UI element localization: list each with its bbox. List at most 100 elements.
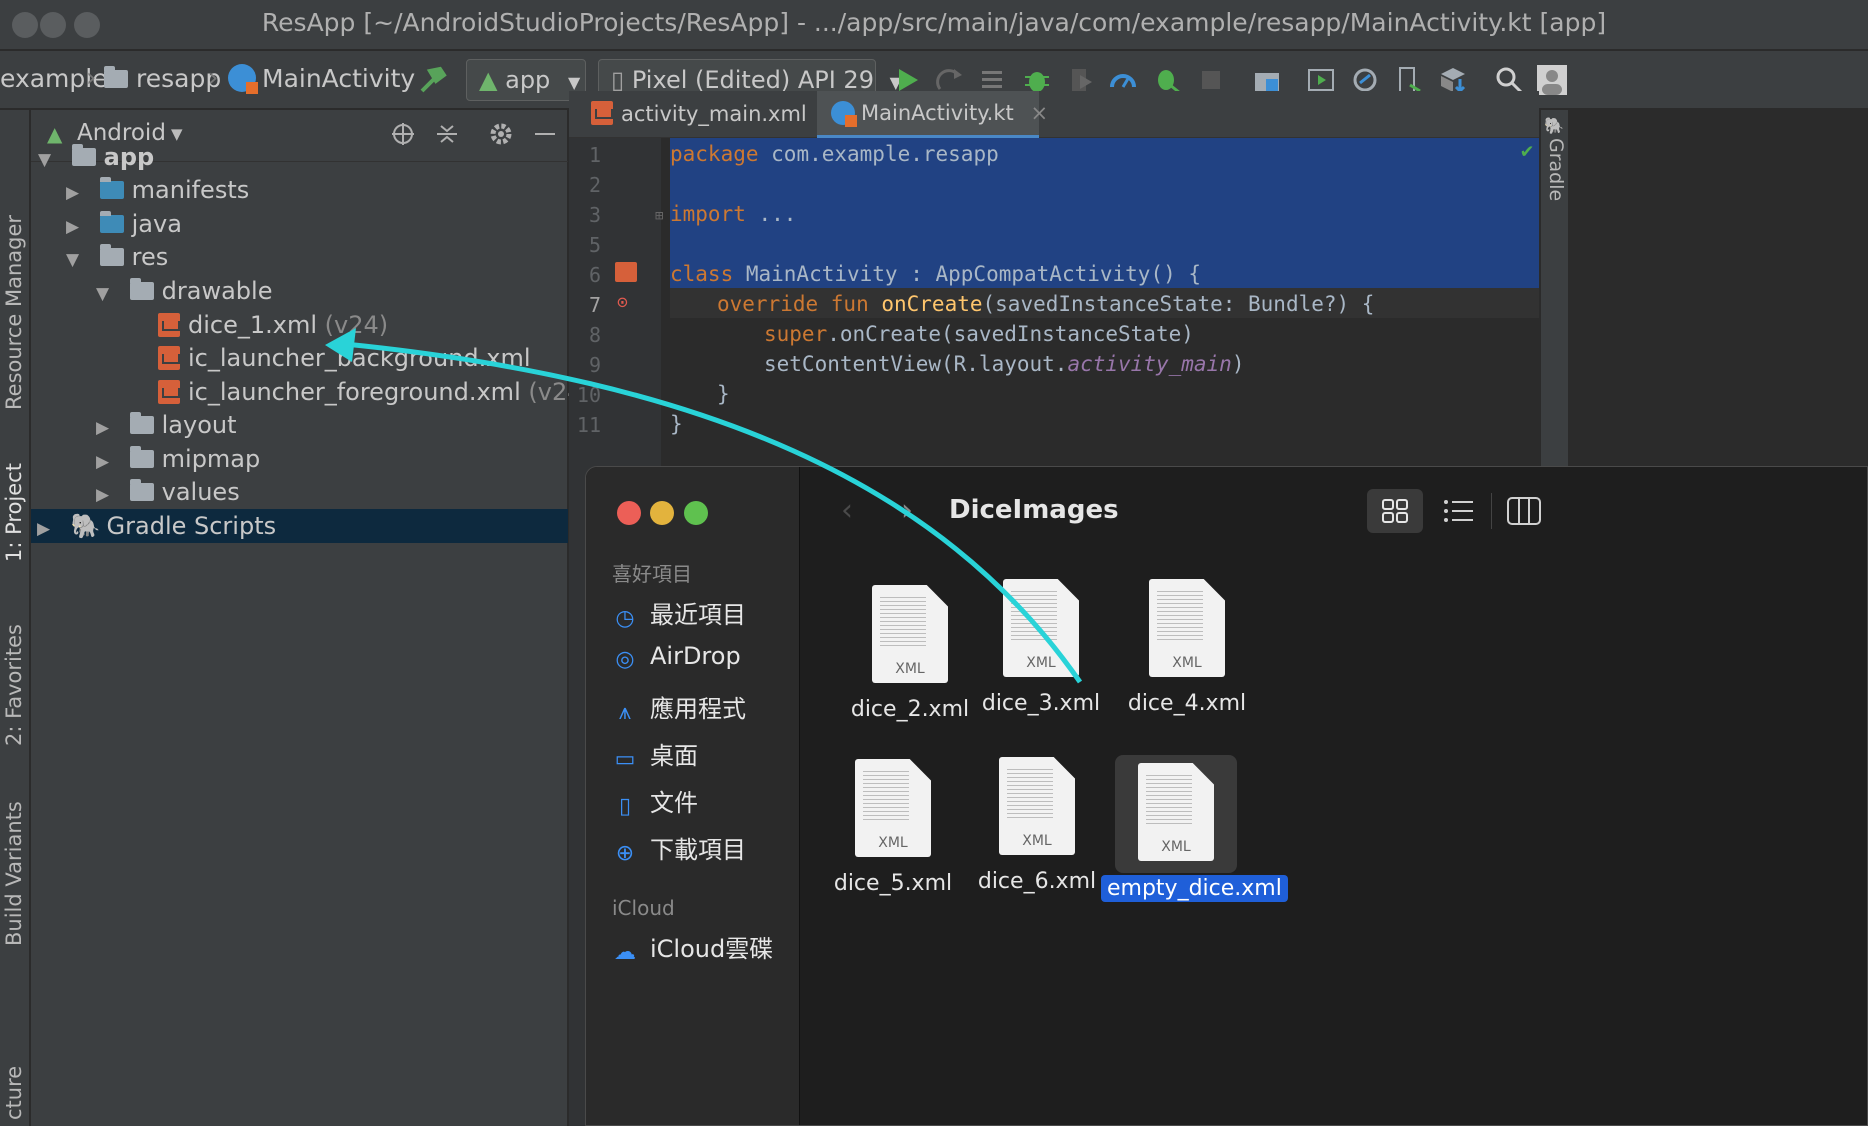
tab-label: activity_main.xml bbox=[621, 102, 807, 126]
tree-item-dice-1[interactable]: dice_1.xml (v24) bbox=[158, 308, 388, 342]
tree-item-ic-launcher-background[interactable]: ic_launcher_background.xml bbox=[158, 341, 531, 375]
layout-gutter-icon[interactable] bbox=[615, 262, 637, 282]
sidebar-item-downloads[interactable]: ⊕ 下載項目 bbox=[612, 830, 746, 867]
locate-file-icon[interactable] bbox=[391, 122, 415, 146]
collapsed-arrow-icon[interactable]: ▶ bbox=[66, 210, 84, 244]
tree-item-label: ic_launcher_foreground.xml bbox=[188, 378, 521, 406]
file-item-selected[interactable]: XML empty_dice.xml bbox=[1101, 763, 1288, 902]
account-icon[interactable] bbox=[1536, 65, 1568, 95]
line-number: 9 bbox=[588, 353, 601, 377]
file-item[interactable]: XML dice_5.xml bbox=[818, 759, 968, 896]
tree-item-drawable[interactable]: ▼ drawable bbox=[96, 274, 272, 308]
module-folder-icon bbox=[71, 144, 96, 166]
file-item[interactable]: XML dice_3.xml bbox=[966, 579, 1116, 716]
tree-item-label: manifests bbox=[131, 176, 250, 204]
title-bar: ResApp [~/AndroidStudioProjects/ResApp] … bbox=[0, 0, 1868, 50]
clock-icon: ◷ bbox=[615, 606, 635, 631]
xml-file-icon bbox=[158, 380, 180, 404]
hide-panel-icon[interactable] bbox=[533, 122, 557, 146]
tree-item-label: Gradle Scripts bbox=[106, 512, 277, 540]
file-item[interactable]: XML dice_6.xml bbox=[962, 757, 1112, 894]
folder-icon bbox=[129, 446, 154, 468]
sidebar-item-label: 下載項目 bbox=[650, 836, 746, 864]
toolbar-divider bbox=[1491, 493, 1492, 529]
code-line-9: setContentView(R.layout.activity_main) bbox=[764, 352, 1245, 376]
tab-activity-main-xml[interactable]: activity_main.xml × bbox=[577, 91, 841, 138]
tree-item-app[interactable]: ▼ app bbox=[38, 140, 154, 174]
tree-item-label: layout bbox=[161, 411, 237, 439]
folder-icon bbox=[104, 66, 128, 88]
column-view-icon[interactable] bbox=[1507, 497, 1541, 525]
document-icon: ▯ bbox=[618, 794, 632, 819]
sidebar-item-airdrop[interactable]: ◎ AirDrop bbox=[612, 642, 740, 673]
hammer-build-icon[interactable] bbox=[418, 65, 448, 95]
tree-item-label: mipmap bbox=[161, 445, 261, 473]
resource-manager-tab[interactable]: Resource Manager bbox=[2, 215, 26, 410]
xml-document-icon: XML bbox=[999, 757, 1075, 855]
collapsed-arrow-icon[interactable]: ▶ bbox=[37, 512, 55, 546]
breadcrumb-resapp[interactable]: resapp bbox=[104, 64, 221, 93]
collapsed-arrow-icon[interactable]: ▶ bbox=[66, 176, 84, 210]
finder-content: ‹ › DiceImages XML dice_2.xml XML dice_3… bbox=[801, 467, 1867, 1125]
tree-item-layout[interactable]: ▶ layout bbox=[96, 408, 237, 442]
airdrop-icon: ◎ bbox=[615, 647, 635, 672]
sidebar-item-label: 桌面 bbox=[650, 742, 698, 770]
minimize-window-button[interactable] bbox=[650, 501, 674, 525]
run-configuration-select[interactable]: ▲ app ▼ bbox=[466, 59, 586, 101]
expanded-arrow-icon[interactable]: ▼ bbox=[38, 143, 56, 177]
breadcrumb-mainactivity[interactable]: MainActivity bbox=[228, 64, 416, 94]
sidebar-item-recents[interactable]: ◷ 最近項目 bbox=[612, 595, 746, 632]
collapsed-arrow-icon[interactable]: ▶ bbox=[96, 445, 114, 479]
icon-view-button[interactable] bbox=[1367, 489, 1423, 533]
folder-title: DiceImages bbox=[949, 495, 1119, 525]
code-line-1: package com.example.resapp bbox=[670, 142, 999, 166]
sidebar-item-documents[interactable]: ▯ 文件 bbox=[612, 783, 698, 820]
tree-item-gradle-scripts[interactable]: ▶ 🐘 Gradle Scripts bbox=[31, 509, 568, 543]
chevron-down-icon[interactable]: ▼ bbox=[171, 125, 183, 143]
structure-tab[interactable]: cture bbox=[2, 1066, 26, 1120]
list-view-icon[interactable] bbox=[1443, 499, 1473, 523]
breadcrumb-label: MainActivity bbox=[262, 64, 416, 93]
tab-label: MainActivity.kt bbox=[861, 101, 1014, 125]
close-window-button[interactable] bbox=[617, 501, 641, 525]
tree-item-java[interactable]: ▶ java bbox=[66, 207, 182, 241]
favorites-tab[interactable]: 2: Favorites bbox=[2, 624, 26, 746]
override-gutter-icon[interactable]: ⊙ bbox=[617, 292, 628, 313]
tree-item-label: res bbox=[131, 243, 169, 271]
tree-item-label: java bbox=[131, 210, 182, 238]
file-item[interactable]: XML dice_2.xml bbox=[835, 585, 985, 722]
tab-mainactivity-kt[interactable]: MainActivity.kt × bbox=[817, 91, 1048, 138]
sidebar-item-icloud-drive[interactable]: ☁ iCloud雲碟 bbox=[612, 929, 773, 966]
tree-item-qualifier: (v24) bbox=[324, 311, 389, 339]
xml-file-icon bbox=[158, 346, 180, 370]
gradle-tab[interactable]: Gradle bbox=[1545, 138, 1567, 201]
tree-item-ic-launcher-foreground[interactable]: ic_launcher_foreground.xml (v24) bbox=[158, 375, 592, 409]
tree-item-values[interactable]: ▶ values bbox=[96, 475, 240, 509]
collapsed-arrow-icon[interactable]: ▶ bbox=[96, 411, 114, 445]
zoom-window-button[interactable] bbox=[684, 501, 708, 525]
kotlin-class-icon bbox=[228, 64, 258, 94]
expanded-arrow-icon[interactable]: ▼ bbox=[66, 243, 84, 277]
project-tab[interactable]: 1: Project bbox=[2, 463, 26, 562]
gear-icon[interactable] bbox=[489, 122, 513, 146]
sidebar-item-applications[interactable]: ⩚ 應用程式 bbox=[612, 689, 746, 726]
icloud-header: iCloud bbox=[612, 896, 675, 920]
sidebar-item-desktop[interactable]: ▭ 桌面 bbox=[612, 736, 698, 773]
file-item[interactable]: XML dice_4.xml bbox=[1112, 579, 1262, 716]
forward-chevron-icon[interactable]: › bbox=[901, 493, 913, 528]
desktop-icon: ▭ bbox=[614, 747, 636, 772]
back-chevron-icon[interactable]: ‹ bbox=[841, 493, 853, 528]
collapsed-arrow-icon[interactable]: ▶ bbox=[96, 478, 114, 512]
close-tab-icon[interactable]: × bbox=[1030, 101, 1048, 125]
xml-document-icon: XML bbox=[1138, 763, 1214, 861]
tree-item-manifests[interactable]: ▶ manifests bbox=[66, 173, 249, 207]
fold-icon[interactable]: ⊞ bbox=[655, 208, 663, 224]
sidebar-item-label: 文件 bbox=[650, 789, 698, 817]
build-variants-tab[interactable]: Build Variants bbox=[2, 801, 26, 946]
grid-icon bbox=[1382, 499, 1408, 523]
tree-item-res[interactable]: ▼ res bbox=[66, 240, 168, 274]
tree-item-mipmap[interactable]: ▶ mipmap bbox=[96, 442, 260, 476]
collapse-all-icon[interactable] bbox=[435, 122, 459, 146]
xml-document-icon: XML bbox=[872, 585, 948, 683]
expanded-arrow-icon[interactable]: ▼ bbox=[96, 277, 114, 311]
